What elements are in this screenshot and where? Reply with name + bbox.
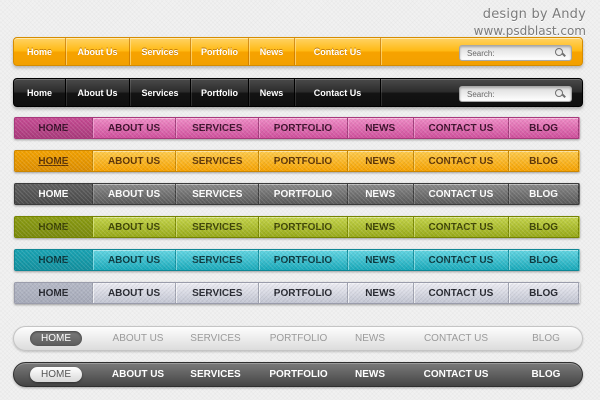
nav-item-contact-us[interactable]: CONTACT US [414,151,510,171]
nav-item-portfolio[interactable]: PORTFOLIO [259,283,348,303]
nav-item-home[interactable]: HOME [15,283,93,303]
nav-item-contact-us[interactable]: Contact Us [295,79,381,106]
lime-nav-bar: HOME ABOUT US SERVICES PORTFOLIO NEWS CO… [14,216,580,238]
designer-credit: design by Andy www.psdblast.com [474,7,586,38]
nav-item-home[interactable]: HOME [15,118,93,138]
nav-item-news[interactable]: NEWS [348,151,414,171]
nav-item-blog[interactable]: BLOG [510,369,582,380]
nav-item-blog[interactable]: BLOG [509,118,579,138]
nav-item-home[interactable]: HOME [30,367,82,382]
nav-item-about-us[interactable]: ABOUT US [93,118,177,138]
search-icon[interactable] [552,46,568,60]
nav-item-news[interactable]: NEWS [348,184,414,204]
nav-item-about-us[interactable]: About Us [66,38,130,65]
nav-item-services[interactable]: SERVICES [172,369,259,380]
nav-item-news[interactable]: NEWS [348,250,414,270]
nav-item-portfolio[interactable]: PORTFOLIO [259,333,338,344]
nav-item-contact-us[interactable]: CONTACT US [402,333,510,344]
nav-item-blog[interactable]: BLOG [509,151,579,171]
nav-item-contact-us[interactable]: CONTACT US [414,217,510,237]
search-input[interactable] [460,48,552,58]
nav-item-contact-us[interactable]: CONTACT US [414,250,510,270]
credit-author: design by Andy [482,7,586,22]
nav-item-news[interactable]: News [249,38,295,65]
nav-item-services[interactable]: SERVICES [176,151,260,171]
nav-item-portfolio[interactable]: Portfolio [191,79,249,106]
nav-item-blog[interactable]: BLOG [510,333,582,344]
nav-item-services[interactable]: SERVICES [176,217,260,237]
light-pill-nav-bar: HOME ABOUT US SERVICES PORTFOLIO NEWS CO… [13,326,583,351]
gold-nav-bar: HOME ABOUT US SERVICES PORTFOLIO NEWS CO… [14,150,580,172]
nav-item-services[interactable]: SERVICES [176,283,260,303]
nav-item-portfolio[interactable]: PORTFOLIO [259,217,348,237]
nav-item-services[interactable]: SERVICES [176,118,260,138]
nav-item-home[interactable]: HOME [15,151,93,171]
nav-item-contact-us[interactable]: Contact Us [295,38,381,65]
nav-item-contact-us[interactable]: CONTACT US [414,184,510,204]
nav-item-blog[interactable]: BLOG [509,217,579,237]
nav-item-about-us[interactable]: ABOUT US [93,151,177,171]
nav-item-home[interactable]: HOME [30,331,82,346]
nav-item-contact-us[interactable]: CONTACT US [414,118,510,138]
nav-item-home[interactable]: Home [14,38,66,65]
nav-item-blog[interactable]: BLOG [509,250,579,270]
search-box [459,45,572,61]
nav-item-about-us[interactable]: ABOUT US [93,283,177,303]
nav-item-about-us[interactable]: ABOUT US [93,184,177,204]
pink-nav-bar: HOME ABOUT US SERVICES PORTFOLIO NEWS CO… [14,117,580,139]
dark-pill-nav-bar: HOME ABOUT US SERVICES PORTFOLIO NEWS CO… [13,362,583,387]
nav-item-home[interactable]: HOME [15,217,93,237]
nav-item-portfolio[interactable]: PORTFOLIO [259,250,348,270]
nav-item-about-us[interactable]: ABOUT US [93,217,177,237]
nav-item-about-us[interactable]: ABOUT US [104,369,172,380]
nav-item-blog[interactable]: BLOG [509,184,579,204]
cyan-nav-bar: HOME ABOUT US SERVICES PORTFOLIO NEWS CO… [14,249,580,271]
nav-item-news[interactable]: NEWS [348,118,414,138]
nav-item-services[interactable]: SERVICES [176,184,260,204]
search-input[interactable] [460,89,552,99]
nav-item-news[interactable]: News [249,79,295,106]
nav-item-portfolio[interactable]: PORTFOLIO [259,151,348,171]
search-box [459,86,572,102]
nav-item-home[interactable]: HOME [15,184,93,204]
nav-item-services[interactable]: SERVICES [172,333,259,344]
nav-item-services[interactable]: Services [130,79,191,106]
nav-item-about-us[interactable]: ABOUT US [93,250,177,270]
nav-item-contact-us[interactable]: CONTACT US [402,369,510,380]
nav-item-portfolio[interactable]: PORTFOLIO [259,184,348,204]
search-icon[interactable] [552,87,568,101]
nav-item-about-us[interactable]: ABOUT US [104,333,172,344]
nav-item-about-us[interactable]: About Us [66,79,130,106]
orange-nav-bar: Home About Us Services Portfolio News Co… [13,37,583,66]
nav-item-portfolio[interactable]: Portfolio [191,38,249,65]
nav-item-home[interactable]: HOME [15,250,93,270]
credit-website: www.psdblast.com [473,24,586,38]
gray-nav-bar: HOME ABOUT US SERVICES PORTFOLIO NEWS CO… [14,183,580,205]
black-nav-bar: Home About Us Services Portfolio News Co… [13,78,583,107]
nav-item-contact-us[interactable]: CONTACT US [414,283,510,303]
silver-nav-bar: HOME ABOUT US SERVICES PORTFOLIO NEWS CO… [14,282,580,304]
nav-item-services[interactable]: Services [130,38,191,65]
nav-item-portfolio[interactable]: PORTFOLIO [259,369,338,380]
nav-item-news[interactable]: NEWS [338,369,402,380]
nav-item-portfolio[interactable]: PORTFOLIO [259,118,348,138]
nav-item-news[interactable]: NEWS [348,283,414,303]
nav-item-news[interactable]: NEWS [348,217,414,237]
nav-item-blog[interactable]: BLOG [509,283,579,303]
nav-item-home[interactable]: Home [14,79,66,106]
nav-item-news[interactable]: NEWS [338,333,402,344]
nav-item-services[interactable]: SERVICES [176,250,260,270]
